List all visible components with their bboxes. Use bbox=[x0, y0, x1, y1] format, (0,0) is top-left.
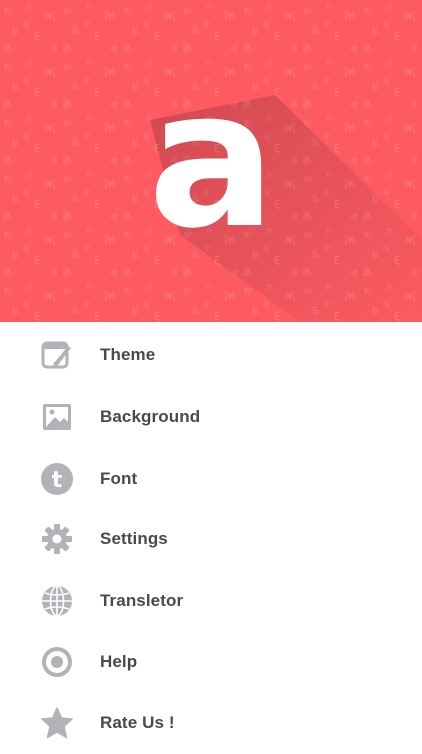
menu-item-label: Theme bbox=[100, 345, 156, 364]
menu-item-label: Help bbox=[100, 652, 138, 671]
menu-item-label: Transletor bbox=[100, 591, 184, 610]
menu-item-label: Rate Us ! bbox=[100, 713, 175, 732]
menu-item-label: Font bbox=[100, 469, 138, 488]
menu-item-transletor[interactable]: Transletor bbox=[0, 570, 422, 632]
help-icon bbox=[40, 645, 74, 679]
menu-item-background[interactable]: Background bbox=[0, 386, 422, 448]
gear-icon bbox=[40, 522, 74, 556]
menu-item-font[interactable]: t Font bbox=[0, 448, 422, 510]
menu-item-rate-us[interactable]: Rate Us ! bbox=[0, 692, 422, 754]
star-icon bbox=[40, 706, 74, 740]
menu-item-label: Settings bbox=[100, 529, 168, 548]
menu-item-label: Background bbox=[100, 407, 201, 426]
header-graphic: ש ก Ж Б ξ あ ज ψ a bbox=[0, 0, 422, 322]
globe-icon bbox=[40, 584, 74, 618]
svg-text:t: t bbox=[52, 468, 63, 493]
image-icon bbox=[40, 400, 74, 434]
menu-item-settings[interactable]: Settings bbox=[0, 508, 422, 570]
logo-letter: a bbox=[148, 49, 276, 270]
header-banner: ש ก Ж Б ξ あ ज ψ a bbox=[0, 0, 422, 322]
theme-icon bbox=[40, 338, 74, 372]
font-icon: t bbox=[40, 462, 74, 496]
side-menu: Theme Background t Font Settings Transle… bbox=[0, 322, 422, 750]
menu-item-theme[interactable]: Theme bbox=[0, 324, 422, 386]
menu-item-help[interactable]: Help bbox=[0, 631, 422, 693]
